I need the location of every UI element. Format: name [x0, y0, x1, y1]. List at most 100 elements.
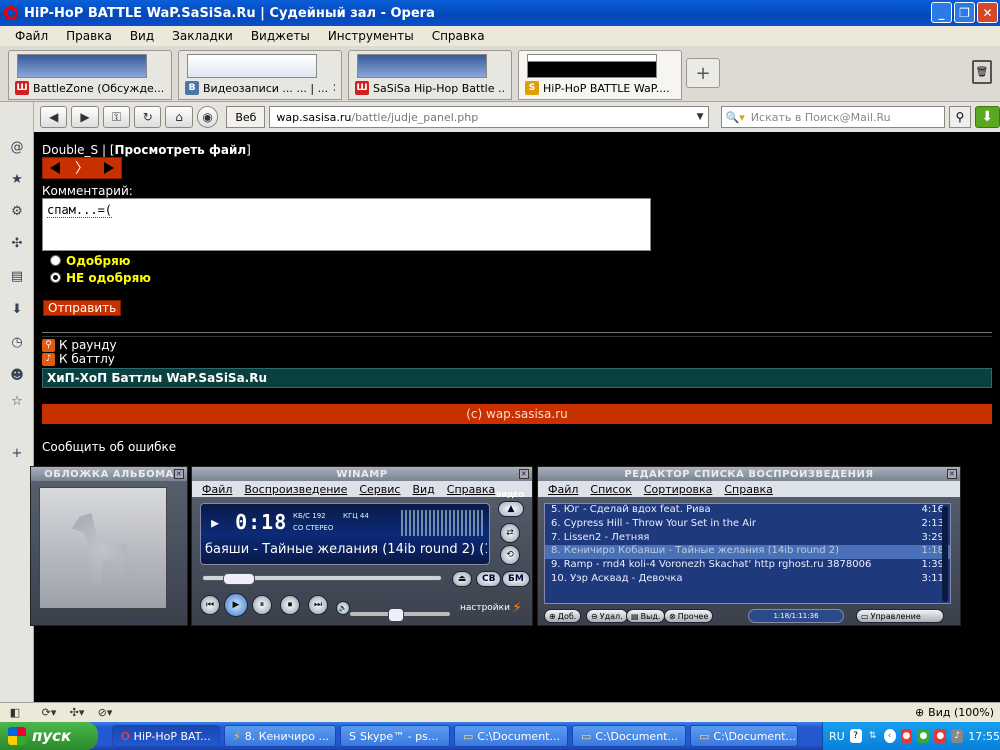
tab-hiphop-battle[interactable]: S HiP-HoP BATTLE WaP.... ✕ [518, 50, 682, 100]
play-button[interactable]: ▶ [224, 593, 248, 617]
eject-small-button[interactable]: ▲ [498, 501, 524, 517]
wand-button[interactable]: ⚿ [102, 106, 131, 128]
approve-radio[interactable] [50, 255, 61, 266]
playlist-scrollbar[interactable] [942, 506, 948, 602]
reload-button[interactable]: ↻ [134, 106, 162, 128]
menu-tools[interactable]: Инструменты [319, 29, 423, 43]
visualizer[interactable] [401, 510, 485, 536]
tab-close-icon[interactable]: ✕ [332, 81, 335, 95]
search-engine-icon[interactable]: 🔍▾ [726, 111, 745, 124]
start-button[interactable]: пуск [0, 722, 98, 750]
winamp-menu-service[interactable]: Сервис [353, 483, 406, 496]
bookmarks-panel-icon[interactable]: ★ [8, 170, 26, 188]
playlist-remove-button[interactable]: ⊖ Удал. [586, 609, 628, 623]
send-button[interactable]: Отправить [43, 300, 122, 316]
add-panel-icon[interactable]: + [8, 444, 26, 462]
playlist-menu-file[interactable]: Файл [542, 483, 584, 496]
sync-icon[interactable]: ⟳▾ [42, 706, 57, 720]
tab-battlezone[interactable]: ШBattleZone (Обсужде...✕ [8, 50, 172, 100]
favorites-panel-icon[interactable]: ☆ [8, 392, 26, 410]
expand-tray-icon[interactable]: ‹ [883, 729, 896, 743]
search-engine-chip[interactable]: Веб [226, 106, 266, 128]
disapprove-label[interactable]: НЕ одобряю [66, 271, 151, 285]
history-panel-icon[interactable]: ◷ [8, 333, 26, 351]
eject-button[interactable]: ⏏ [452, 571, 472, 587]
menu-widgets[interactable]: Виджеты [242, 29, 319, 43]
tab-close-icon[interactable]: ✕ [674, 81, 675, 95]
playlist-item[interactable]: 10. Уэр Асквад - Девочка 3:11 [545, 573, 950, 587]
to-battle-link[interactable]: ♪ К баттлу [42, 352, 115, 366]
playlist-title[interactable]: РЕДАКТОР СПИСКА ВОСПРОИЗВЕДЕНИЯ ✕ [538, 467, 960, 481]
playlist-add-button[interactable]: ⊕ Доб. [544, 609, 582, 623]
lightning-icon[interactable]: ⚡ [508, 599, 526, 617]
close-button[interactable]: ✕ [977, 2, 998, 23]
playlist-select-button[interactable]: ▤ Выд. [626, 609, 666, 623]
globe-icon[interactable]: ◉ [196, 106, 219, 128]
winamp-menu-file[interactable]: Файл [196, 483, 238, 496]
prev-icon[interactable] [50, 162, 61, 174]
maximize-button[interactable]: ❐ [954, 2, 975, 23]
play-icon[interactable] [103, 162, 114, 174]
repeat-button[interactable]: ⟲ [500, 545, 520, 565]
playlist-item[interactable]: 7. Lissen2 - Летняя 3:29 [545, 532, 950, 546]
alert-tray-icon[interactable]: ● [900, 729, 913, 743]
volume-icon[interactable]: 🔈 [336, 601, 350, 615]
playlist-item-selected[interactable]: 8. Кеничиро Кобаяши - Тайные желания (14… [545, 545, 950, 560]
forward-button[interactable]: ▶ [71, 106, 99, 128]
download-icon[interactable]: ⬇ [974, 106, 1000, 128]
new-tab-button[interactable]: + [686, 58, 720, 88]
playlist-misc-button[interactable]: ⊗ Прочее [664, 609, 714, 623]
home-button[interactable]: ⌂ [165, 106, 193, 128]
playlist-item[interactable]: 6. Cypress Hill - Throw Your Set in the … [545, 518, 950, 532]
window-titlebar[interactable]: HiP-HoP BATTLE WaP.SaSiSa.Ru | Судейный … [0, 0, 1000, 26]
volume-slider[interactable] [350, 608, 450, 622]
url-dropdown-icon[interactable]: ▼ [697, 112, 704, 122]
search-input[interactable]: 🔍▾ Искать в Поиск@Mail.Ru [720, 106, 946, 128]
antivirus-tray-icon[interactable]: ● [934, 729, 947, 743]
menu-help[interactable]: Справка [423, 29, 494, 43]
playlist-menu-list[interactable]: Список [584, 483, 637, 496]
playlist-menu-help[interactable]: Справка [718, 483, 778, 496]
copyright-bar[interactable]: (c) wap.sasisa.ru [42, 404, 992, 424]
search-go-button[interactable]: ⚲ [949, 106, 971, 128]
notes-panel-icon[interactable]: ▤ [8, 267, 26, 285]
widgets-panel-icon[interactable]: ⚙ [8, 202, 26, 220]
url-input[interactable]: wap.sasisa.ru/battle/judje_panel.php ▼ [269, 106, 709, 128]
winamp-menu-playback[interactable]: Воспроизведение [238, 483, 353, 496]
cb-button[interactable]: СВ [476, 571, 502, 587]
album-close-icon[interactable]: ✕ [174, 469, 184, 479]
network-tray-icon[interactable]: ● [917, 729, 930, 743]
winamp-menu-help[interactable]: Справка [441, 483, 501, 496]
transfers-panel-icon[interactable]: ⬇ [8, 300, 26, 318]
taskbar-item-opera[interactable]: O HiP-HoP BAT... [112, 725, 220, 747]
zoom-control[interactable]: ⊕ Вид (100%) [915, 706, 994, 719]
to-round-link[interactable]: ⚲ К раунду [42, 338, 117, 352]
taskbar-item-folder[interactable]: ▭ C:\Document... [690, 725, 798, 747]
menu-edit[interactable]: Правка [57, 29, 121, 43]
previous-button[interactable]: ⏮ [200, 595, 220, 615]
approve-label[interactable]: Одобряю [66, 254, 130, 268]
album-panel-title[interactable]: ОБЛОЖКА АЛЬБОМА ✕ [31, 467, 187, 481]
stop-button[interactable]: ⏹ [280, 595, 300, 615]
panel-toggle-icon[interactable]: ◧ [8, 706, 22, 720]
unite-panel-icon[interactable]: ✣ [8, 234, 26, 252]
winamp-close-icon[interactable]: ✕ [519, 469, 529, 479]
bm-button[interactable]: БМ [502, 571, 530, 587]
tab-video[interactable]: B Видеозаписи ... ... | ...✕ [178, 50, 342, 100]
contacts-panel-icon[interactable]: ☻ [8, 366, 26, 384]
shuffle-button[interactable]: ⇄ [500, 523, 520, 543]
comment-textarea[interactable]: спам...=( [42, 198, 651, 251]
turbo-icon[interactable]: ⊘▾ [98, 706, 113, 720]
playlist-manage-button[interactable]: ▭ Управление [856, 609, 944, 623]
winamp-title[interactable]: WINAMP ✕ [192, 467, 532, 481]
disapprove-radio[interactable] [50, 272, 61, 283]
menu-file[interactable]: Файл [6, 29, 57, 43]
mail-panel-icon[interactable]: @ [8, 138, 26, 156]
unite-icon[interactable]: ✣▾ [70, 706, 85, 720]
settings-label[interactable]: настройки [460, 603, 510, 613]
playlist-item[interactable]: 5. Юг - Сделай вдох feat. Рива 4:16 [545, 504, 950, 518]
language-indicator[interactable]: RU [829, 730, 845, 743]
playlist-menu-sort[interactable]: Сортировка [638, 483, 719, 496]
help-tray-icon[interactable]: ? [849, 729, 862, 743]
back-button[interactable]: ◀ [40, 106, 68, 128]
